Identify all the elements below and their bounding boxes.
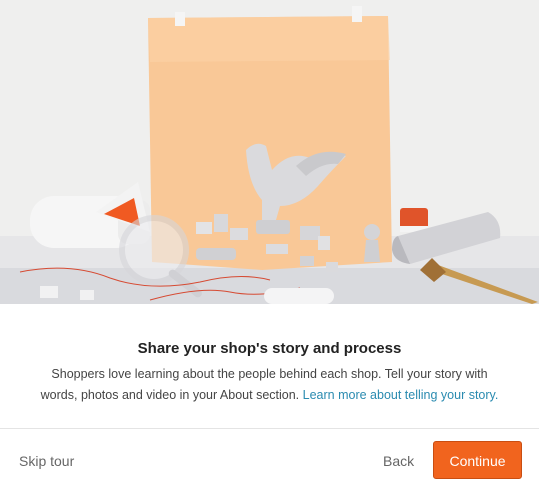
hero-image	[0, 0, 539, 304]
continue-button[interactable]: Continue	[433, 441, 522, 479]
tour-footer: Skip tour Back Continue	[0, 428, 539, 492]
skip-tour-button[interactable]: Skip tour	[19, 453, 74, 469]
tour-content: Share your shop's story and process Shop…	[0, 304, 539, 428]
tour-modal: Share your shop's story and process Shop…	[0, 0, 539, 492]
tour-title: Share your shop's story and process	[137, 340, 402, 357]
back-button[interactable]: Back	[383, 453, 414, 469]
learn-more-link[interactable]: Learn more about telling your story.	[303, 388, 499, 402]
tour-description: Shoppers love learning about the people …	[40, 364, 499, 406]
